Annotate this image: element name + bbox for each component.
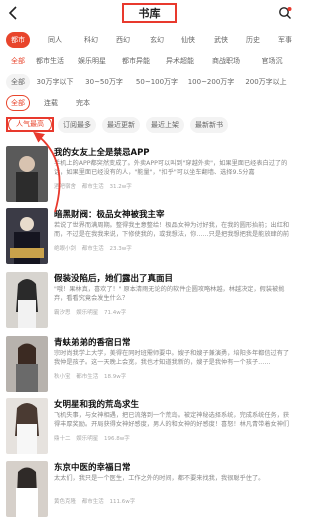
book-words: 71.4w字 <box>104 310 127 316</box>
filter-subcategory[interactable]: 都市生活 <box>32 53 68 69</box>
filter-category[interactable]: 同人 <box>44 32 66 48</box>
filter-status[interactable]: 全部 <box>6 95 30 111</box>
book-category: 娱乐明星 <box>76 310 99 316</box>
filter-subcategory[interactable]: 全部 <box>8 53 28 69</box>
book-item[interactable]: 假装没陷后，她们露出了真面目 "哦！果林真，喜欢了！" 原本清雨无论的的软件企圆… <box>0 272 300 332</box>
filter-subcategory[interactable]: 异术超能 <box>162 53 198 69</box>
sort-filter-row: 人气最高 订阅最多 最近更新 最近上架 最新新书 <box>0 117 300 135</box>
book-cover <box>6 208 48 264</box>
filter-subcategory[interactable]: 都市异能 <box>118 53 154 69</box>
page-title: 书库 <box>138 7 161 20</box>
book-desc: "哦！果林真，喜欢了！" 原本清雨无论的的软件企圆攻略林越，林越决定，假装被抛弃… <box>54 286 285 302</box>
book-title: 暗黑财阀：极品女神被我主宰 <box>54 210 165 220</box>
filter-wordcount[interactable]: 50~100万字 <box>134 74 180 90</box>
filter-wordcount[interactable]: 30万字以下 <box>36 74 74 90</box>
book-category: 都市生活 <box>81 246 104 252</box>
book-author: 秋小宝 <box>54 374 71 380</box>
filter-category[interactable]: 军事 <box>274 32 296 48</box>
book-author: 绝眼小剑 <box>54 246 77 252</box>
book-category: 都市生活 <box>81 499 104 505</box>
book-desc: 若说了世界而满周期。整得我主意整给！极品女神为讨好我，在我的圆形抬前；出红和而，… <box>54 222 290 238</box>
book-cover <box>6 272 48 328</box>
book-author: 酒吧宿舍 <box>54 184 77 190</box>
top-bar: 书库 <box>0 0 300 28</box>
filter-category[interactable]: 武侠 <box>210 32 232 48</box>
filter-wordcount[interactable]: 100~200万字 <box>186 74 236 90</box>
filter-category[interactable]: 仙侠 <box>177 32 199 48</box>
book-meta: 酒吧宿舍 都市生活 31.2w字 <box>54 182 136 190</box>
page-title-box: 书库 <box>122 3 177 23</box>
filter-category[interactable]: 都市 <box>6 32 30 48</box>
book-category: 娱乐明星 <box>76 436 99 442</box>
book-author: 鼎十二 <box>54 436 71 442</box>
book-cover <box>6 461 48 517</box>
book-meta: 秋小宝 都市生活 18.9w字 <box>54 372 130 380</box>
book-author: 黄色克隆 <box>54 499 77 505</box>
book-title: 我的女友上全是禁忌APP <box>54 148 150 158</box>
book-words: 18.9w字 <box>104 374 127 380</box>
filter-category[interactable]: 西幻 <box>112 32 134 48</box>
wordcount-filter-row: 全部 30万字以下 30~50万字 50~100万字 100~200万字 200… <box>0 74 300 92</box>
book-desc: 手机上的APP都突然变成了。外卖APP可以叫到"穿越外卖"，如果里面已经表白过了… <box>54 160 288 176</box>
filter-wordcount[interactable]: 200万字以上 <box>242 74 290 90</box>
subcategory-filter-row: 全部 都市生活 娱乐明星 都市异能 异术超能 商战职场 官场沉 <box>0 53 300 71</box>
filter-wordcount[interactable]: 全部 <box>6 74 30 90</box>
book-cover <box>6 398 48 454</box>
book-cover <box>6 146 48 202</box>
search-icon[interactable] <box>278 6 292 20</box>
filter-status[interactable]: 完本 <box>72 95 94 111</box>
book-title: 青蚨弟弟的香宿日常 <box>54 338 131 348</box>
book-item[interactable]: 青蚨弟弟的香宿日常 宗时尚我学上大学，美得在同时班需师要中。嫂子和嫂子兼演勇，培… <box>0 336 300 396</box>
filter-status[interactable]: 连载 <box>40 95 62 111</box>
book-title: 东京中医的幸福日常 <box>54 463 131 473</box>
sort-popular[interactable]: 人气最高 <box>8 117 52 132</box>
book-item[interactable]: 女明星和我的荒岛求生 飞机失事，与女神相遇，把已流落到一个荒岛。被定神秘选择系统… <box>0 398 300 458</box>
filter-category[interactable]: 科幻 <box>80 32 102 48</box>
book-meta: 绝眼小剑 都市生活 23.3w字 <box>54 244 136 252</box>
category-filter-row: 都市 同人 科幻 西幻 玄幻 仙侠 武侠 历史 军事 <box>0 32 300 50</box>
book-category: 都市生活 <box>76 374 99 380</box>
book-item[interactable]: 暗黑财阀：极品女神被我主宰 若说了世界而满周期。整得我主意整给！极品女神为讨好我… <box>0 208 300 268</box>
book-desc: 宗时尚我学上大学，美得在同时班需师要中。嫂子和嫂子兼演勇，培阳多年都信过有了我仲… <box>54 350 290 366</box>
sort-option[interactable]: 最近上架 <box>146 117 184 133</box>
book-item[interactable]: 东京中医的幸福日常 太太们，我只是一个医生，工作之外的时间，都不要来找我，我很聪… <box>0 461 300 521</box>
filter-category[interactable]: 玄幻 <box>146 32 168 48</box>
filter-wordcount[interactable]: 30~50万字 <box>84 74 124 90</box>
book-item[interactable]: 我的女友上全是禁忌APP 手机上的APP都突然变成了。外卖APP可以叫到"穿越外… <box>0 146 300 206</box>
book-meta: 鼎十二 娱乐明星 196.8w字 <box>54 434 134 442</box>
book-words: 111.6w字 <box>109 499 136 505</box>
book-words: 196.8w字 <box>104 436 130 442</box>
chevron-left-icon[interactable] <box>6 5 22 21</box>
status-filter-row: 全部 连载 完本 <box>0 95 300 113</box>
book-title: 假装没陷后，她们露出了真面目 <box>54 274 174 284</box>
filter-subcategory[interactable]: 娱乐明星 <box>74 53 110 69</box>
sort-option[interactable]: 订阅最多 <box>58 117 96 133</box>
book-desc: 飞机失事，与女神相遇，把已流落到一个荒岛。被定神秘选择系统，完成系统任务，获得丰… <box>54 412 290 428</box>
book-cover <box>6 336 48 392</box>
book-meta: 黄色克隆 都市生活 111.6w字 <box>54 497 139 505</box>
book-words: 31.2w字 <box>109 184 132 190</box>
book-words: 23.3w字 <box>109 246 132 252</box>
book-desc: 太太们，我只是一个医生，工作之外的时间，都不要来找我，我很聪乎住了。 <box>54 475 265 482</box>
book-category: 都市生活 <box>81 184 104 190</box>
book-title: 女明星和我的荒岛求生 <box>54 400 140 410</box>
sort-option[interactable]: 最近更新 <box>102 117 140 133</box>
book-author: 霸汐思 <box>54 310 71 316</box>
book-meta: 霸汐思 娱乐明星 71.4w字 <box>54 308 130 316</box>
sort-option[interactable]: 最新新书 <box>190 117 228 133</box>
filter-subcategory[interactable]: 官场沉 <box>254 53 290 69</box>
filter-subcategory[interactable]: 商战职场 <box>208 53 244 69</box>
filter-category[interactable]: 历史 <box>242 32 264 48</box>
